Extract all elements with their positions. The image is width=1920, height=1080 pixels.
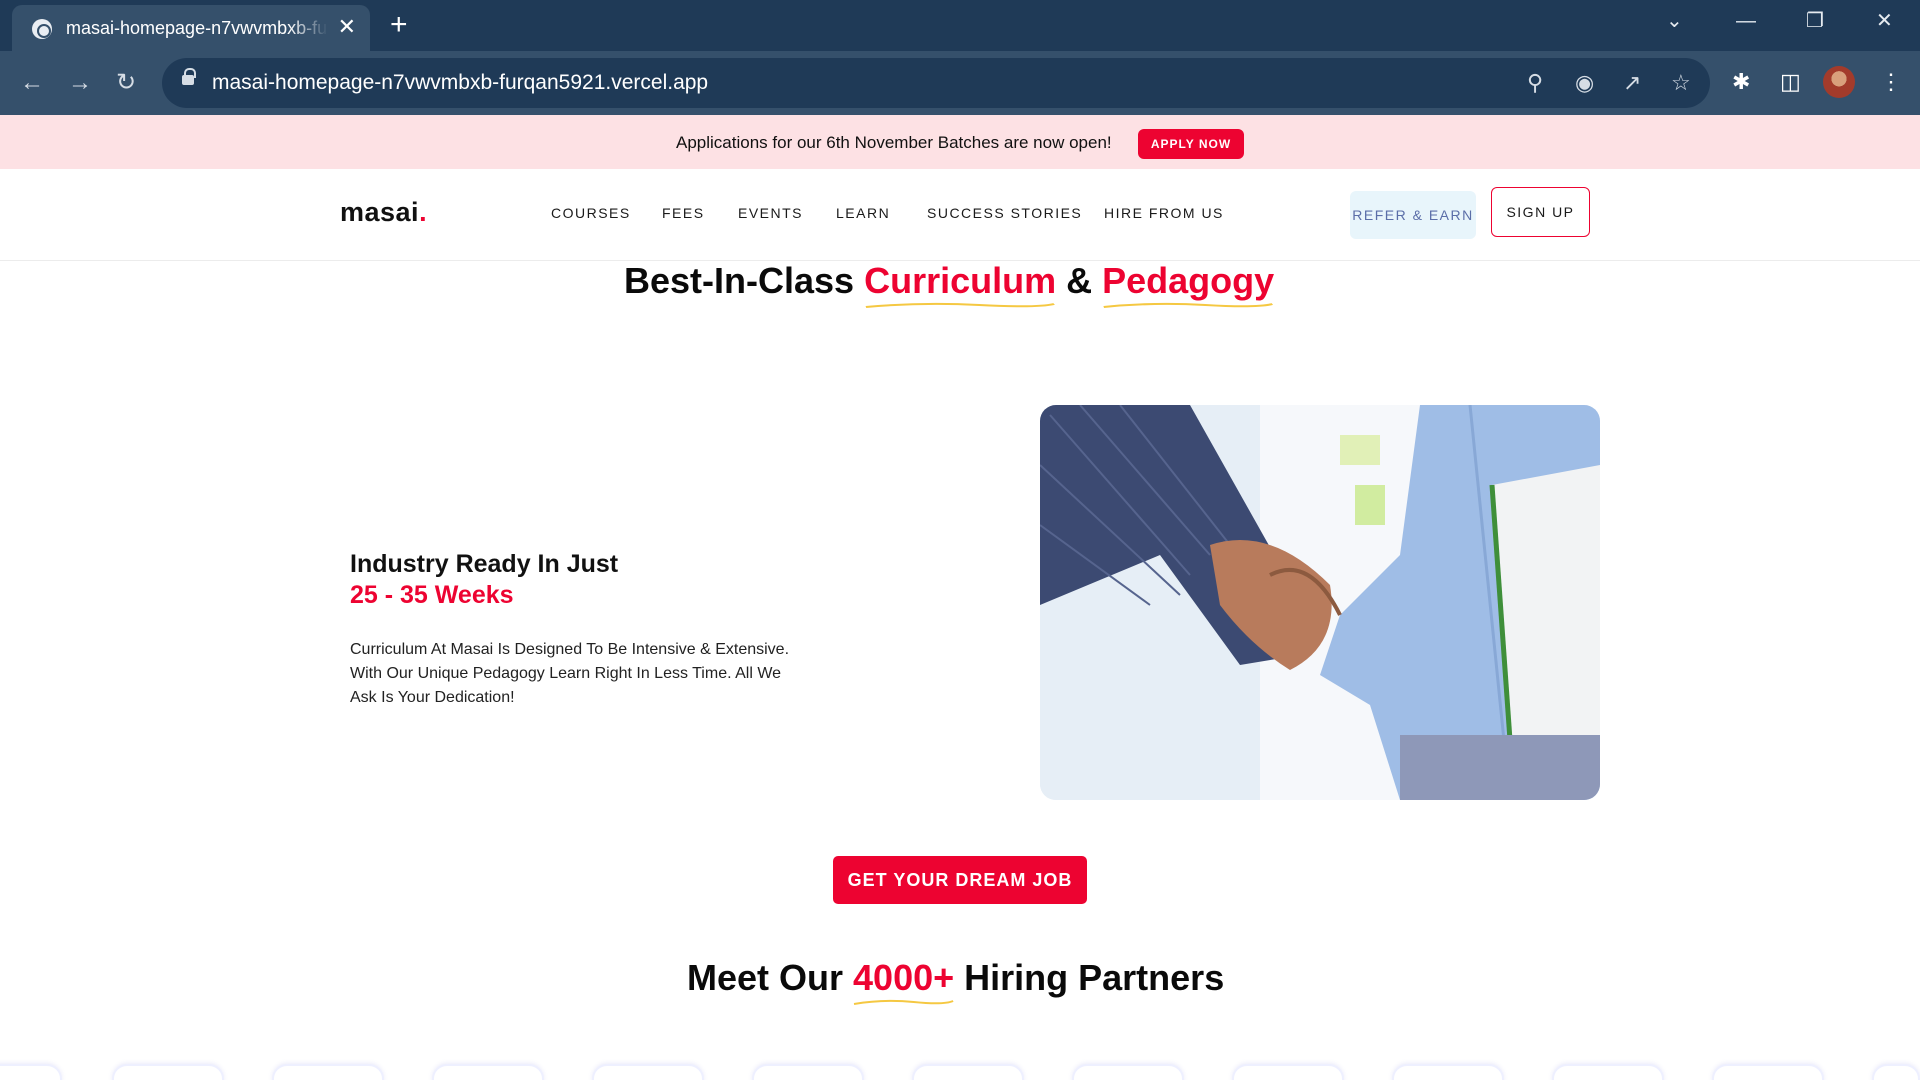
partner-logo-card	[0, 1064, 62, 1080]
nav-hire-from-us[interactable]: HIRE FROM US	[1104, 205, 1224, 221]
handshake-image	[1040, 405, 1600, 800]
heading-prefix: Best-In-Class	[624, 260, 865, 301]
address-bar[interactable]: masai-homepage-n7vwvmbxb-furqan5921.verc…	[162, 58, 1710, 108]
partner-logo-card	[752, 1064, 864, 1080]
partners-count: 4000+	[853, 957, 955, 1005]
site-header: masai. COURSES FEES EVENTS LEARN SUCCESS…	[0, 169, 1920, 261]
tab-title: masai-homepage-n7vwvmbxb-furqan5921.verc…	[66, 18, 328, 38]
partner-logo-card	[592, 1064, 704, 1080]
logo-text: masai	[340, 197, 420, 227]
share-icon[interactable]: ↗	[1623, 70, 1641, 96]
partner-logo-card	[1872, 1064, 1920, 1080]
heading-accent-pedagogy: Pedagogy	[1102, 260, 1275, 308]
url-text[interactable]: masai-homepage-n7vwvmbxb-furqan5921.verc…	[212, 71, 708, 95]
zoom-icon[interactable]: ⚲	[1527, 70, 1543, 96]
partner-logo-card	[1232, 1064, 1344, 1080]
forward-icon[interactable]: →	[68, 69, 92, 97]
weeks-duration: 25 - 35 Weeks	[350, 581, 514, 609]
eye-off-icon[interactable]: ◉	[1575, 70, 1594, 96]
partner-logo-card	[112, 1064, 224, 1080]
minimize-icon[interactable]: —	[1736, 8, 1756, 34]
browser-tab-bar: masai-homepage-n7vwvmbxb-furqan5921.verc…	[0, 0, 1920, 51]
partners-prefix: Meet Our	[687, 957, 854, 998]
curriculum-heading: Best-In-Class Curriculum & Pedagogy	[624, 260, 1275, 308]
apply-now-button[interactable]: APPLY NOW	[1138, 129, 1244, 159]
partner-logos-row	[0, 1060, 1920, 1080]
window-close-icon[interactable]: ✕	[1876, 8, 1893, 34]
underline-squiggle	[853, 998, 954, 1006]
get-dream-job-button[interactable]: GET YOUR DREAM JOB	[833, 856, 1087, 904]
partners-suffix: Hiring Partners	[954, 957, 1225, 998]
reload-icon[interactable]: ↻	[116, 69, 136, 97]
tab-search-icon[interactable]: ⌄	[1666, 8, 1683, 34]
profile-avatar[interactable]	[1823, 66, 1855, 98]
lock-icon[interactable]	[182, 68, 196, 85]
close-tab-icon[interactable]: ✕	[338, 15, 356, 39]
announcement-banner: Applications for our 6th November Batche…	[0, 115, 1920, 169]
browser-toolbar: ← → ↻ masai-homepage-n7vwvmbxb-furqan592…	[0, 51, 1920, 115]
heading-accent-curriculum: Curriculum	[864, 260, 1057, 308]
browser-tab[interactable]: masai-homepage-n7vwvmbxb-furqan5921.verc…	[12, 5, 370, 51]
partner-logo-card	[1552, 1064, 1664, 1080]
partner-logo-card	[1072, 1064, 1184, 1080]
nav-learn[interactable]: LEARN	[836, 205, 890, 221]
nav-events[interactable]: EVENTS	[738, 205, 803, 221]
restore-icon[interactable]: ❐	[1806, 8, 1824, 34]
accent-text-curriculum: Curriculum	[864, 260, 1057, 301]
partner-logo-card	[1392, 1064, 1504, 1080]
refer-earn-button[interactable]: REFER & EARN	[1350, 191, 1476, 239]
extensions-icon[interactable]: ✱	[1732, 68, 1750, 96]
partner-logo-card	[272, 1064, 384, 1080]
underline-squiggle	[864, 301, 1056, 309]
announcement-text: Applications for our 6th November Batche…	[676, 133, 1112, 152]
logo-dot: .	[419, 197, 428, 227]
web-page: Applications for our 6th November Batche…	[0, 115, 1920, 1080]
back-icon[interactable]: ←	[20, 69, 44, 97]
underline-squiggle	[1102, 301, 1274, 309]
partner-logo-card	[912, 1064, 1024, 1080]
star-icon[interactable]: ☆	[1671, 70, 1691, 96]
nav-fees[interactable]: FEES	[662, 205, 705, 221]
sign-up-button[interactable]: SIGN UP	[1491, 187, 1590, 237]
accent-text-pedagogy: Pedagogy	[1102, 260, 1275, 301]
partner-logo-card	[1712, 1064, 1824, 1080]
new-tab-button[interactable]: +	[390, 9, 408, 41]
industry-ready-title: Industry Ready In Just	[350, 550, 619, 578]
menu-icon[interactable]: ⋮	[1880, 68, 1902, 96]
nav-courses[interactable]: COURSES	[551, 205, 631, 221]
partners-count-text: 4000+	[853, 957, 955, 998]
partner-logo-card	[432, 1064, 544, 1080]
masai-logo[interactable]: masai.	[340, 197, 427, 228]
heading-middle: &	[1056, 260, 1103, 301]
curriculum-description: Curriculum At Masai Is Designed To Be In…	[350, 641, 790, 706]
nav-success-stories[interactable]: SUCCESS STORIES	[927, 205, 1082, 221]
site-favicon-icon	[32, 19, 52, 39]
hiring-partners-heading: Meet Our 4000+ Hiring Partners	[687, 957, 1225, 1005]
side-panel-icon[interactable]: ◫	[1780, 68, 1801, 96]
